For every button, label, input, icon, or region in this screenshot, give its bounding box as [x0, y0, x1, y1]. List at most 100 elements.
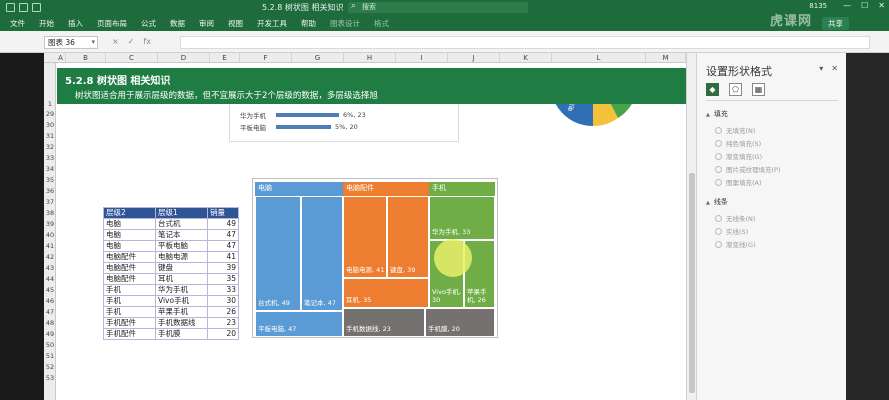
- fill-line-icon[interactable]: ◆: [706, 83, 719, 96]
- cell[interactable]: 35: [207, 273, 239, 285]
- header-cell[interactable]: 销量: [207, 207, 239, 219]
- cell[interactable]: 电脑: [103, 240, 156, 252]
- row-header[interactable]: 29: [44, 110, 56, 118]
- cell[interactable]: 耳机: [155, 273, 208, 285]
- col-header[interactable]: K: [500, 53, 552, 63]
- bar-chart-remnant[interactable]: 华为手机 6%, 23 平板电脑 5%, 20: [229, 104, 459, 142]
- treemap-tile[interactable]: 耳机, 35: [343, 278, 429, 308]
- row-header[interactable]: 45: [44, 286, 56, 294]
- row-header[interactable]: 48: [44, 319, 56, 327]
- cell[interactable]: 手机配件: [103, 317, 156, 329]
- cell[interactable]: 电脑配件: [103, 273, 156, 285]
- scrollbar-thumb[interactable]: [689, 173, 695, 393]
- search-box[interactable]: 搜索: [348, 1, 528, 13]
- col-header[interactable]: D: [158, 53, 210, 63]
- col-header[interactable]: E: [210, 53, 240, 63]
- row-header[interactable]: 1: [44, 100, 56, 108]
- row-header[interactable]: 44: [44, 275, 56, 283]
- tab-help[interactable]: 帮助: [301, 18, 316, 29]
- cell[interactable]: 49: [207, 218, 239, 230]
- cell[interactable]: 笔记本: [155, 229, 208, 241]
- row-header[interactable]: 50: [44, 341, 56, 349]
- header-cell[interactable]: 层级2: [103, 207, 156, 219]
- cell[interactable]: 23: [207, 317, 239, 329]
- cell[interactable]: 电脑: [103, 218, 156, 230]
- tab-data[interactable]: 数据: [170, 18, 185, 29]
- treemap-group-header[interactable]: 手机: [429, 182, 495, 196]
- cell[interactable]: 41: [207, 251, 239, 263]
- treemap-group-header[interactable]: 电脑配件: [343, 182, 429, 196]
- fill-section-header[interactable]: 填充: [706, 109, 728, 119]
- redo-icon[interactable]: [32, 3, 41, 12]
- chevron-down-icon[interactable]: ▾: [819, 64, 823, 73]
- col-header[interactable]: G: [292, 53, 344, 63]
- cell[interactable]: 手机: [103, 295, 156, 307]
- row-header[interactable]: 53: [44, 374, 56, 382]
- col-header[interactable]: C: [106, 53, 158, 63]
- row-header[interactable]: 35: [44, 176, 56, 184]
- treemap-tile[interactable]: 华为手机, 33: [429, 196, 495, 240]
- size-properties-icon[interactable]: ▦: [752, 83, 765, 96]
- treemap-tile[interactable]: 手机膜, 20: [425, 308, 495, 337]
- cancel-icon[interactable]: ×: [112, 37, 119, 46]
- tab-chart-design[interactable]: 图表设计: [330, 18, 360, 29]
- cell[interactable]: 平板电脑: [155, 240, 208, 252]
- col-header[interactable]: F: [240, 53, 292, 63]
- row-header[interactable]: 37: [44, 198, 56, 206]
- row-header[interactable]: 47: [44, 308, 56, 316]
- col-header[interactable]: H: [344, 53, 396, 63]
- line-option[interactable]: 实线(S): [715, 226, 748, 236]
- cell[interactable]: 电脑: [103, 229, 156, 241]
- cell[interactable]: 手机配件: [103, 328, 156, 340]
- fill-option[interactable]: 无填充(N): [715, 125, 755, 135]
- row-header[interactable]: 39: [44, 220, 56, 228]
- tab-insert[interactable]: 插入: [68, 18, 83, 29]
- cell[interactable]: 电脑电源: [155, 251, 208, 263]
- treemap-tile[interactable]: 键盘, 39: [387, 196, 429, 278]
- col-header[interactable]: B: [66, 53, 106, 63]
- treemap-tile[interactable]: 笔记本, 47: [301, 196, 343, 311]
- treemap-tile[interactable]: 平板电脑, 47: [255, 311, 343, 337]
- row-header[interactable]: 31: [44, 132, 56, 140]
- fill-option[interactable]: 纯色填充(S): [715, 138, 761, 148]
- row-header[interactable]: 38: [44, 209, 56, 217]
- col-header[interactable]: L: [552, 53, 646, 63]
- cell[interactable]: Vivo手机: [155, 295, 208, 307]
- share-button[interactable]: 共享: [822, 17, 849, 30]
- row-header[interactable]: 49: [44, 330, 56, 338]
- row-header[interactable]: 40: [44, 231, 56, 239]
- col-header[interactable]: A: [56, 53, 66, 63]
- tab-page-layout[interactable]: 页面布局: [97, 18, 127, 29]
- confirm-icon[interactable]: ✓: [128, 37, 135, 46]
- tab-review[interactable]: 审阅: [199, 18, 214, 29]
- row-header[interactable]: 43: [44, 264, 56, 272]
- cell[interactable]: 30: [207, 295, 239, 307]
- treemap-tile[interactable]: 台式机, 49: [255, 196, 301, 311]
- row-header[interactable]: 34: [44, 165, 56, 173]
- row-header[interactable]: 52: [44, 363, 56, 371]
- treemap-tile[interactable]: 电脑电源, 41: [343, 196, 387, 278]
- undo-icon[interactable]: [19, 3, 28, 12]
- row-header[interactable]: 46: [44, 297, 56, 305]
- cell[interactable]: 手机: [103, 284, 156, 296]
- cell[interactable]: 47: [207, 240, 239, 252]
- close-icon[interactable]: ✕: [831, 64, 838, 73]
- treemap-group-header[interactable]: 电脑: [255, 182, 343, 196]
- cell[interactable]: 20: [207, 328, 239, 340]
- fill-option[interactable]: 图片或纹理填充(P): [715, 164, 781, 174]
- line-section-header[interactable]: 线条: [706, 197, 728, 207]
- cell[interactable]: 47: [207, 229, 239, 241]
- row-header[interactable]: 41: [44, 242, 56, 250]
- vertical-scrollbar[interactable]: [686, 53, 696, 400]
- cell[interactable]: 华为手机: [155, 284, 208, 296]
- fx-icon[interactable]: fx: [143, 37, 151, 46]
- cell[interactable]: 电脑配件: [103, 262, 156, 274]
- cell[interactable]: 键盘: [155, 262, 208, 274]
- header-cell[interactable]: 层级1: [155, 207, 208, 219]
- tab-format[interactable]: 格式: [374, 18, 389, 29]
- cell[interactable]: 33: [207, 284, 239, 296]
- row-header[interactable]: 32: [44, 143, 56, 151]
- tab-view[interactable]: 视图: [228, 18, 243, 29]
- minimize-icon[interactable]: —: [843, 1, 851, 10]
- col-header[interactable]: J: [448, 53, 500, 63]
